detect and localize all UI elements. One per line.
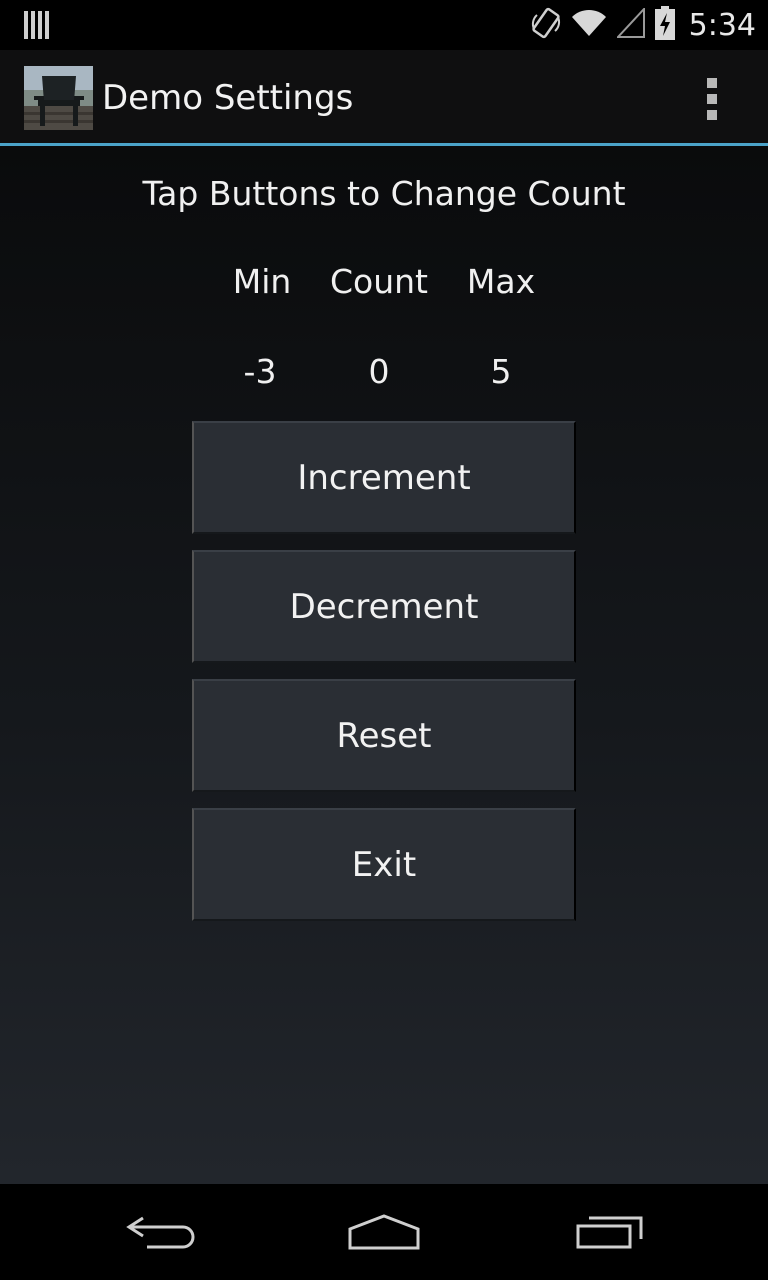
status-icons: 5:34 xyxy=(531,0,756,50)
rotation-icon xyxy=(531,7,561,43)
main-content: Tap Buttons to Change Count Min Count Ma… xyxy=(0,146,768,1184)
overflow-menu-icon[interactable] xyxy=(696,74,728,124)
decrement-button[interactable]: Decrement xyxy=(192,550,576,663)
home-icon[interactable] xyxy=(304,1184,464,1280)
increment-button[interactable]: Increment xyxy=(192,421,576,534)
signal-icon xyxy=(615,6,645,42)
navigation-bar xyxy=(0,1184,768,1280)
wifi-icon xyxy=(571,9,607,41)
status-time: 5:34 xyxy=(688,7,756,43)
max-label: Max xyxy=(466,262,536,301)
recent-apps-icon[interactable] xyxy=(530,1184,690,1280)
menu-dot xyxy=(707,94,717,104)
instructions-text: Tap Buttons to Change Count xyxy=(142,174,626,213)
adirondack-chair-icon[interactable] xyxy=(24,66,93,130)
app-title: Demo Settings xyxy=(102,78,354,118)
reset-button[interactable]: Reset xyxy=(192,679,576,792)
max-value: 5 xyxy=(490,352,512,391)
status-bar: 5:34 xyxy=(0,0,768,50)
exit-button[interactable]: Exit xyxy=(192,808,576,921)
notification-bars-icon xyxy=(24,11,50,43)
menu-dot xyxy=(707,110,717,120)
menu-dot xyxy=(707,78,717,88)
back-icon[interactable] xyxy=(80,1184,240,1280)
action-bar: Demo Settings xyxy=(0,50,768,143)
battery-charging-icon xyxy=(654,6,675,44)
